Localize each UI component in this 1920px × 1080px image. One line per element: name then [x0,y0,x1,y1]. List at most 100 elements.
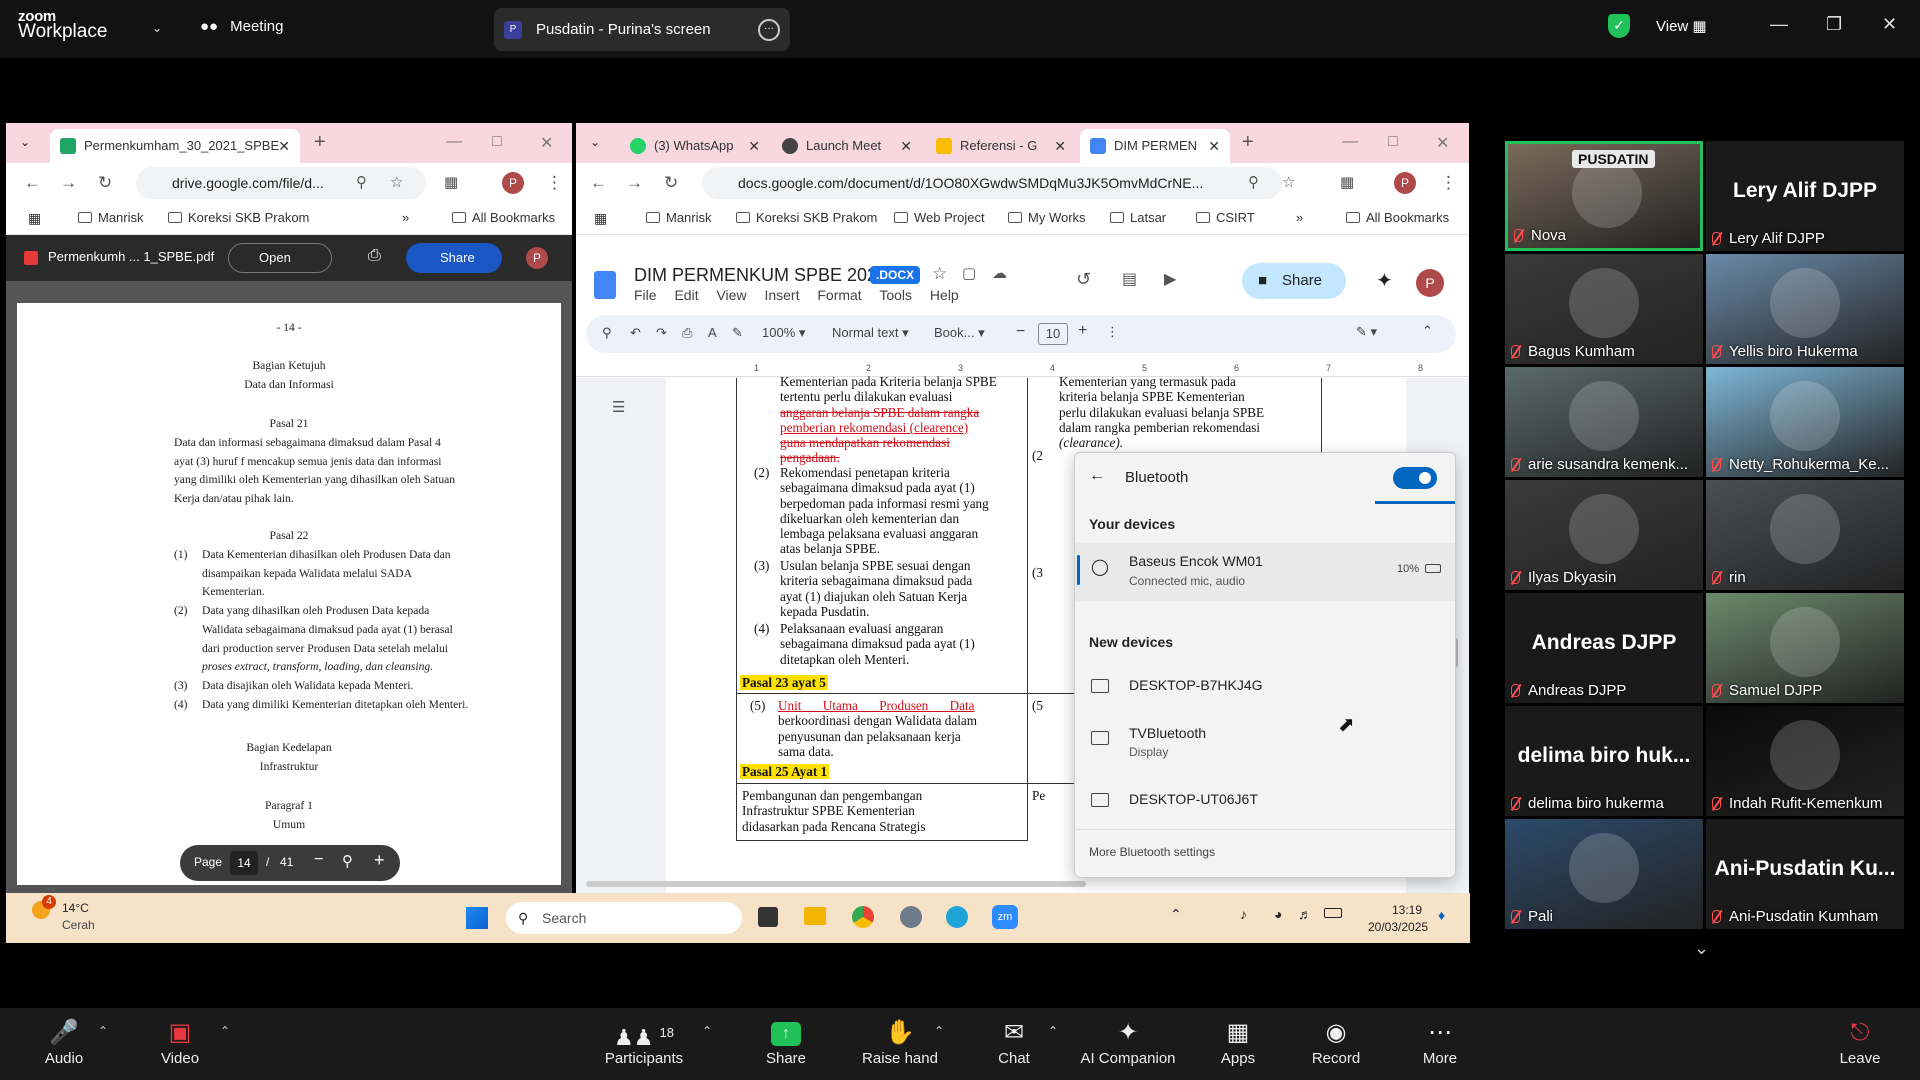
paint-format-icon[interactable]: ✎ [732,325,743,341]
page-input[interactable]: 14 [230,851,258,875]
close-icon[interactable]: ✕ [540,133,553,153]
record-button[interactable]: ◉ Record [1286,1016,1386,1067]
tab-referensi[interactable]: Referensi - G ✕ [926,129,1076,163]
font-select[interactable]: Book... ▾ [934,325,985,341]
back-icon[interactable]: ← [24,173,41,193]
bookmark-item[interactable]: My Works [1008,210,1086,225]
all-bookmarks[interactable]: All Bookmarks [1346,210,1449,225]
tab-close-icon[interactable]: ✕ [748,129,760,163]
profile-avatar[interactable]: P [1416,269,1444,297]
minimize-icon[interactable]: — [446,133,462,151]
device-row[interactable]: DESKTOP-B7HKJ4G [1075,663,1455,707]
menu-tools[interactable]: Tools [879,287,912,303]
star-icon[interactable]: ☆ [390,173,403,191]
apps-icon[interactable]: ▦ [28,210,41,227]
close-icon[interactable]: ✕ [1436,133,1449,153]
clock-date[interactable]: 20/03/2025 [1368,920,1428,934]
participant-tile[interactable]: Andreas DJPP Andreas DJPP [1505,593,1703,703]
reload-icon[interactable]: ↻ [98,173,112,193]
participants-button[interactable]: ♟♟ 18 Participants [592,1016,696,1067]
gallery-next-icon[interactable]: ⌄ [1694,938,1709,959]
zoom-select[interactable]: 100% ▾ [762,325,805,341]
tab-search-icon[interactable]: ⌄ [20,135,30,149]
doc-title[interactable]: DIM PERMENKUM SPBE 2025 [634,265,887,286]
menu-help[interactable]: Help [930,287,959,303]
zoom-icon[interactable]: ⚲ [356,173,367,191]
participant-tile[interactable]: Bagus Kumham [1505,254,1703,364]
forward-icon[interactable]: → [626,173,643,193]
meet-icon[interactable]: ▶ [1164,269,1176,289]
extensions-icon[interactable]: ▦ [1340,173,1354,191]
print-icon[interactable]: ⎙ [368,247,381,265]
tab-launch-meeting[interactable]: Launch Meet ✕ [772,129,922,163]
tab-whatsapp[interactable]: (3) WhatsApp ✕ [620,129,770,163]
profile-avatar[interactable]: P [502,172,524,194]
bluetooth-toggle[interactable] [1393,467,1437,489]
taskbar-search[interactable]: ⚲ Search [506,902,742,934]
tab-pdf[interactable]: Permenkumham_30_2021_SPBE ✕ [50,129,300,163]
participant-tile[interactable]: Ilyas Dkyasin [1505,480,1703,590]
comments-icon[interactable]: ▤ [1122,269,1137,289]
tab-close-icon[interactable]: ✕ [900,129,912,163]
more-bookmarks-icon[interactable]: » [1296,210,1303,225]
menu-view[interactable]: View [716,287,746,303]
more-bluetooth-settings-link[interactable]: More Bluetooth settings [1089,845,1215,859]
tab-search-icon[interactable]: ⌄ [590,135,600,149]
collapse-icon[interactable]: ⌃ [1422,323,1433,339]
new-tab-icon[interactable]: + [1242,131,1254,154]
search-icon[interactable]: ⚲ [602,325,612,341]
volume-icon[interactable]: ♬ [1298,906,1312,922]
notification-bell-icon[interactable]: ♦ [1438,907,1445,923]
redo-icon[interactable]: ↷ [656,325,667,341]
share-screen-button[interactable]: ↑ Share [736,1016,836,1067]
participant-tile[interactable]: Pali [1505,819,1703,929]
editing-mode-icon[interactable]: ✎ ▾ [1356,324,1377,340]
device-row[interactable]: DESKTOP-UT06J6T [1075,777,1455,821]
restore-icon[interactable]: ❐ [1826,14,1842,35]
cloud-icon[interactable]: ☁ [992,264,1007,282]
font-size-input[interactable]: 10 [1038,323,1068,345]
star-icon[interactable]: ☆ [1282,173,1295,191]
undo-icon[interactable]: ↶ [630,325,641,341]
apps-button[interactable]: ▦ Apps [1188,1016,1288,1067]
tab-close-icon[interactable]: ✕ [1054,129,1066,163]
reload-icon[interactable]: ↻ [664,173,678,193]
back-arrow-icon[interactable]: ← [1089,467,1105,485]
zoom-out-icon[interactable]: − [314,851,323,869]
zoom-app-icon[interactable]: zm [992,905,1018,929]
leave-button[interactable]: ⎋ Leave [1810,1016,1910,1067]
edge-icon[interactable] [946,906,968,928]
url-field[interactable]: drive.google.com/file/d... [136,167,426,199]
ai-companion-button[interactable]: ✦ AI Companion [1068,1016,1188,1067]
menu-insert[interactable]: Insert [764,287,799,303]
url-field[interactable]: docs.google.com/document/d/1OO80XGwdwSMD… [702,167,1282,199]
participant-tile[interactable]: rin [1706,480,1904,590]
zoom-icon[interactable]: ⚲ [1248,173,1259,191]
participants-options-chevron[interactable]: ⌃ [702,1024,712,1038]
horizontal-scrollbar[interactable] [586,881,1086,887]
video-button[interactable]: ▣ Video [130,1016,230,1067]
device-row-connected[interactable]: ◯ Baseus Encok WM01 Connected mic, audio… [1075,543,1455,601]
more-options-icon[interactable]: ⋮ [1106,324,1119,340]
participant-tile[interactable]: delima biro huk... delima biro hukerma [1505,706,1703,816]
chrome-icon[interactable] [852,906,874,928]
video-options-chevron[interactable]: ⌃ [220,1024,230,1038]
zoom-in-icon[interactable]: + [374,850,385,871]
screen-share-indicator[interactable]: P Pusdatin - Purina's screen ··· [494,8,790,51]
maximize-icon[interactable]: □ [492,133,502,151]
zoom-fit-icon[interactable]: ⚲ [342,852,353,870]
docs-logo-icon[interactable] [594,271,616,299]
extensions-icon[interactable]: ▦ [444,173,458,191]
participant-tile[interactable]: Indah Rufit-Kemenkum [1706,706,1904,816]
star-icon[interactable]: ☆ [932,264,947,284]
open-with-button[interactable]: Open [228,243,332,273]
participant-tile[interactable]: PUSDATIN Nova [1505,141,1703,251]
profile-avatar[interactable]: P [526,247,548,269]
profile-avatar[interactable]: P [1394,172,1416,194]
participant-tile[interactable]: Samuel DJPP [1706,593,1904,703]
shield-check-icon[interactable]: ✓ [1608,14,1630,38]
bookmark-item[interactable]: Latsar [1110,210,1166,225]
forward-icon[interactable]: → [60,173,77,193]
reactions-options-chevron[interactable]: ⌃ [934,1024,944,1038]
participant-tile[interactable]: arie susandra kemenk... [1505,367,1703,477]
